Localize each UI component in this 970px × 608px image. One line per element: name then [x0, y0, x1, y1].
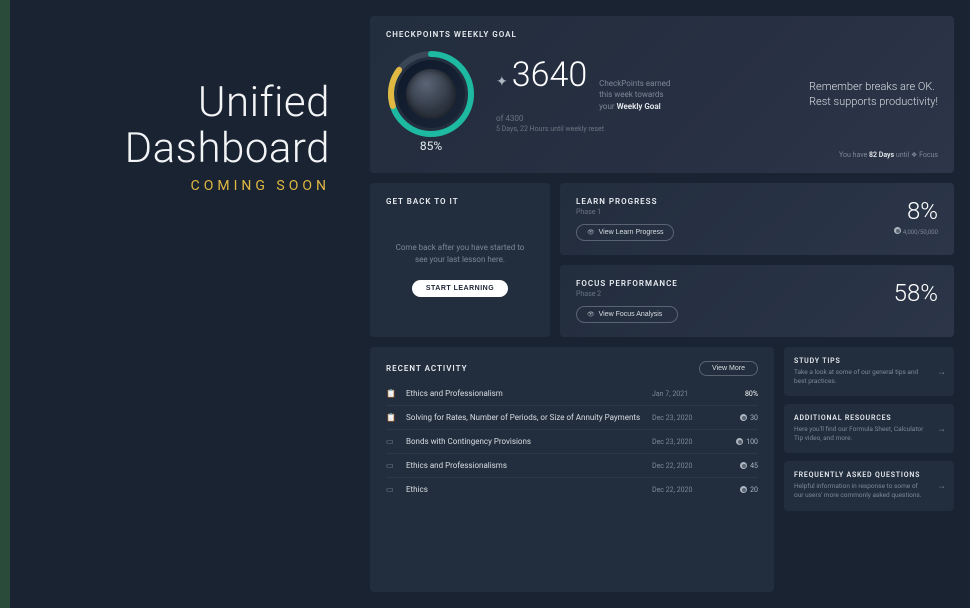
- goal-of-total: of 4300: [496, 114, 670, 123]
- side-column: STUDY TIPS Take a look at some of our gen…: [784, 347, 954, 592]
- recent-activity-card: RECENT ACTIVITY View More 📋 Ethics and Pr…: [370, 347, 774, 592]
- side-card-text: Take a look at some of our general tips …: [794, 368, 944, 386]
- activity-score: 80%: [722, 390, 758, 398]
- activity-date: Dec 22, 2020: [652, 462, 712, 470]
- focus-phase: Phase 2: [576, 290, 678, 298]
- coin-icon: [740, 486, 747, 493]
- side-link-card[interactable]: STUDY TIPS Take a look at some of our gen…: [784, 347, 954, 396]
- side-card-header: FREQUENTLY ASKED QUESTIONS: [794, 471, 944, 479]
- side-link-card[interactable]: ADDITIONAL RESOURCES Here you'll find our…: [784, 404, 954, 453]
- weekly-goal-header: CHECKPOINTS WEEKLY GOAL: [386, 30, 938, 39]
- activity-title: Solving for Rates, Number of Periods, or…: [406, 413, 642, 422]
- goal-percent: 85%: [420, 139, 442, 153]
- activity-title: Ethics: [406, 485, 642, 494]
- activity-score: 45: [722, 462, 758, 470]
- side-card-text: Helpful information in response to some …: [794, 482, 944, 500]
- activity-row[interactable]: ▭ Ethics and Professionalisms Dec 22, 2020…: [386, 453, 758, 477]
- get-back-header: GET BACK TO IT: [386, 197, 534, 206]
- focus-header: FOCUS PERFORMANCE: [576, 279, 678, 288]
- get-back-card: GET BACK TO IT Come back after you have …: [370, 183, 550, 337]
- activity-list: 📋 Ethics and Professionalism Jan 7, 2021 80…: [386, 382, 758, 578]
- activity-score: 20: [722, 486, 758, 494]
- view-more-button[interactable]: View More: [699, 361, 758, 376]
- goal-footer: You have 82 Days until ❖ Focus: [386, 151, 938, 159]
- layers-icon: ❖: [911, 151, 917, 159]
- arrow-right-icon: →: [937, 423, 946, 434]
- page-subtitle: COMING SOON: [191, 178, 330, 194]
- progress-ring: 85%: [386, 49, 476, 139]
- activity-row[interactable]: 📋 Solving for Rates, Number of Periods, o…: [386, 405, 758, 429]
- arrow-right-icon: →: [937, 366, 946, 377]
- goal-reset-text: 5 Days, 22 Hours until weekly reset: [496, 125, 670, 133]
- goal-points-block: ✦ 3640 CheckPoints earned this week towa…: [496, 55, 670, 133]
- coin-icon: [740, 414, 747, 421]
- side-card-header: ADDITIONAL RESOURCES: [794, 414, 944, 422]
- coin-icon: [736, 438, 743, 445]
- activity-title: Ethics and Professionalisms: [406, 461, 642, 470]
- goal-desc: CheckPoints earned this week towards you…: [599, 78, 670, 112]
- coin-icon: [740, 462, 747, 469]
- intro-panel: Unified Dashboard COMING SOON: [10, 0, 360, 608]
- middle-row: GET BACK TO IT Come back after you have …: [370, 183, 954, 337]
- side-link-card[interactable]: FREQUENTLY ASKED QUESTIONS Helpful inform…: [784, 461, 954, 510]
- get-back-msg: Come back after you have started to see …: [395, 242, 525, 266]
- focus-percent: 58%: [894, 279, 938, 307]
- activity-date: Dec 22, 2020: [652, 486, 712, 494]
- arrow-right-icon: →: [937, 480, 946, 491]
- learn-progress-phase: Phase 1: [576, 208, 674, 216]
- dashboard: CHECKPOINTS WEEKLY GOAL 85% ✦ 3640: [360, 0, 970, 608]
- page-title-line1: Unified: [198, 80, 330, 126]
- coin-icon: [894, 227, 901, 234]
- learn-progress-header: LEARN PROGRESS: [576, 197, 674, 206]
- goal-points: 3640: [512, 55, 587, 95]
- activity-score: 100: [722, 438, 758, 446]
- activity-type-icon: ▭: [386, 485, 396, 494]
- star-icon: ✦: [496, 74, 508, 90]
- start-learning-button[interactable]: START LEARNING: [412, 280, 508, 297]
- bottom-row: RECENT ACTIVITY View More 📋 Ethics and Pr…: [370, 347, 954, 592]
- activity-type-icon: 📋: [386, 413, 396, 422]
- goal-tip: Remember breaks are OK. Rest supports pr…: [809, 79, 938, 110]
- activity-type-icon: ▭: [386, 461, 396, 470]
- activity-title: Bonds with Contingency Provisions: [406, 437, 642, 446]
- activity-type-icon: 📋: [386, 389, 396, 398]
- activity-score: 30: [722, 414, 758, 422]
- focus-performance-card: FOCUS PERFORMANCE Phase 2 View Focus Ana…: [560, 265, 954, 337]
- side-card-text: Here you'll find our Formula Sheet, Calc…: [794, 425, 944, 443]
- weekly-goal-card: CHECKPOINTS WEEKLY GOAL 85% ✦ 3640: [370, 16, 954, 173]
- recent-header: RECENT ACTIVITY: [386, 364, 468, 373]
- goal-image: [397, 60, 465, 128]
- side-card-header: STUDY TIPS: [794, 357, 944, 365]
- page-title-line2: Dashboard: [125, 126, 330, 172]
- activity-title: Ethics and Professionalism: [406, 389, 642, 398]
- accent-strip: [0, 0, 10, 608]
- view-learn-progress-button[interactable]: View Learn Progress: [576, 224, 674, 241]
- learn-percent: 8%: [894, 197, 938, 225]
- activity-row[interactable]: ▭ Bonds with Contingency Provisions Dec 23…: [386, 429, 758, 453]
- activity-row[interactable]: 📋 Ethics and Professionalism Jan 7, 2021 80…: [386, 382, 758, 405]
- learn-progress-card: LEARN PROGRESS Phase 1 View Learn Progre…: [560, 183, 954, 255]
- learn-detail: 4,000/50,000: [894, 227, 938, 236]
- activity-type-icon: ▭: [386, 437, 396, 446]
- activity-date: Jan 7, 2021: [652, 390, 712, 398]
- activity-date: Dec 23, 2020: [652, 414, 712, 422]
- activity-row[interactable]: ▭ Ethics Dec 22, 2020 20: [386, 477, 758, 501]
- view-focus-analysis-button[interactable]: View Focus Analysis: [576, 306, 678, 323]
- activity-date: Dec 23, 2020: [652, 438, 712, 446]
